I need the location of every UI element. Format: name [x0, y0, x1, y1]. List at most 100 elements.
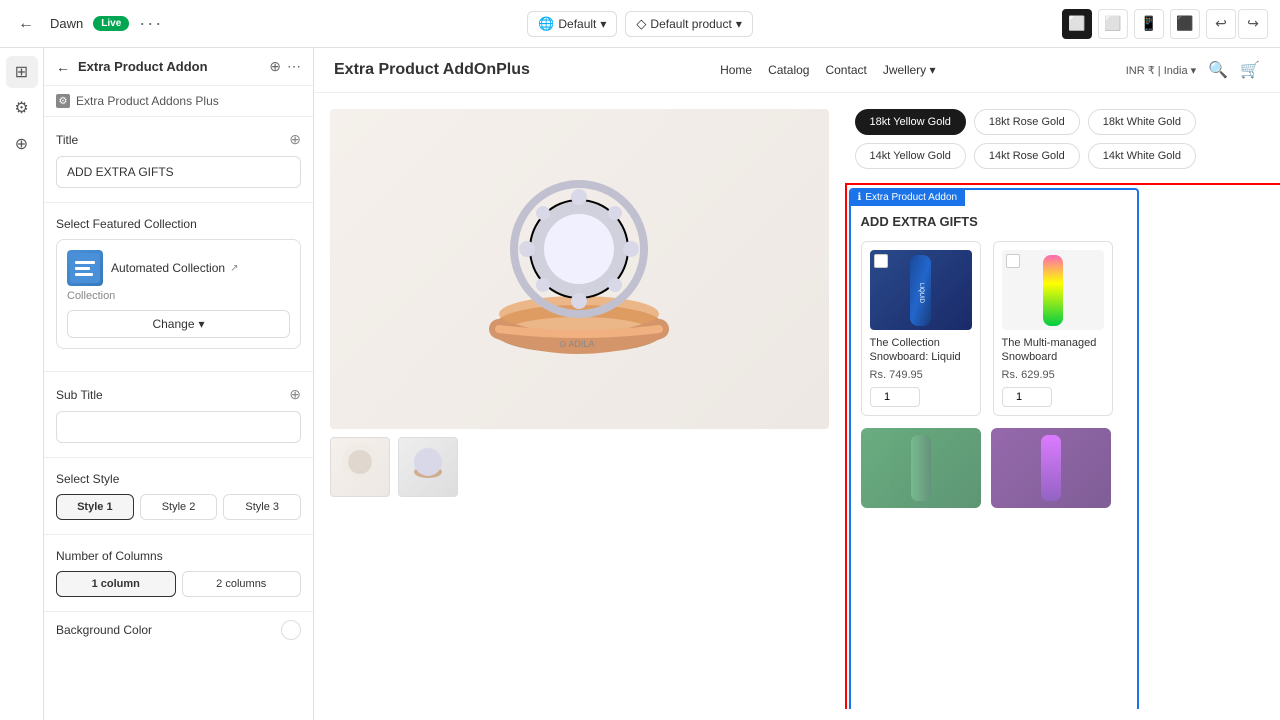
product-grid: LIQUID The Collection Snowboard: Liquid …: [861, 241, 1127, 416]
nav-home[interactable]: Home: [720, 63, 752, 77]
topbar: ← Dawn Live ··· Default ▾ Default produc…: [0, 0, 1280, 48]
nav-contact[interactable]: Contact: [825, 63, 866, 77]
redo-button[interactable]: ↪: [1238, 9, 1268, 39]
product-checkbox-2[interactable]: [1006, 254, 1020, 268]
collection-type: Collection: [67, 290, 290, 302]
product-2-price: Rs. 629.95: [1002, 369, 1104, 381]
collection-name: Automated Collection: [111, 261, 225, 275]
panel-header: ← Extra Product Addon ⊕ ⋯: [44, 48, 313, 86]
collection-section: Select Featured Collection Auto: [44, 203, 313, 372]
currency-selector[interactable]: INR ₹ | India ▾: [1126, 64, 1196, 77]
color-swatch[interactable]: [281, 620, 301, 640]
product-images-section: ⊙ ADILA: [314, 93, 845, 709]
product-label: Default product: [650, 17, 731, 31]
addon-title: ADD EXTRA GIFTS: [861, 214, 1127, 229]
2-columns-btn[interactable]: 2 columns: [182, 571, 302, 597]
columns-label: Number of Columns: [56, 549, 163, 563]
cart-icon[interactable]: 🛒: [1240, 60, 1260, 80]
subtitle-label: Sub Title: [56, 388, 103, 402]
sidebar-icons: ⊞ ⚙ ⊕: [0, 48, 44, 720]
product-1-image: LIQUID: [870, 250, 972, 330]
breadcrumb[interactable]: ⚙ Extra Product Addons Plus: [44, 86, 313, 117]
product-options-section: 18kt Yellow Gold 18kt Rose Gold 18kt Whi…: [845, 93, 1280, 709]
addon-product-4-preview: [991, 428, 1111, 508]
svg-text:⊙ ADILA: ⊙ ADILA: [559, 339, 595, 349]
addon-product-2: The Multi-managed Snowboard Rs. 629.95: [993, 241, 1113, 416]
collection-card: Automated Collection ↗ Collection Change…: [56, 239, 301, 349]
style-section: Select Style Style 1 Style 2 Style 3: [44, 458, 313, 535]
product-1-qty[interactable]: [870, 387, 920, 407]
gold-options: 18kt Yellow Gold 18kt Rose Gold 18kt Whi…: [855, 109, 1270, 169]
product-selector[interactable]: Default product ▾: [625, 11, 752, 37]
product-2-name: The Multi-managed Snowboard: [1002, 336, 1104, 365]
style-2-btn[interactable]: Style 2: [140, 494, 218, 520]
1-column-btn[interactable]: 1 column: [56, 571, 176, 597]
style-3-btn[interactable]: Style 3: [223, 494, 301, 520]
title-section: Title ⊕: [44, 117, 313, 203]
back-button[interactable]: ←: [12, 10, 40, 38]
panel-title: Extra Product Addon: [78, 59, 261, 74]
search-icon[interactable]: 🔍: [1208, 60, 1228, 80]
18kt-yellow-gold-btn[interactable]: 18kt Yellow Gold: [855, 109, 966, 135]
settings-panel: ← Extra Product Addon ⊕ ⋯ ⚙ Extra Produc…: [44, 48, 314, 720]
18kt-white-gold-btn[interactable]: 18kt White Gold: [1088, 109, 1196, 135]
diamond-icon: [636, 16, 646, 32]
breadcrumb-text: Extra Product Addons Plus: [76, 94, 219, 108]
info-icon: ℹ: [858, 192, 862, 203]
collection-thumbnail: [67, 250, 103, 286]
product-1-price: Rs. 749.95: [870, 369, 972, 381]
collection-label: Select Featured Collection: [56, 217, 197, 231]
external-link-icon[interactable]: ↗: [230, 263, 238, 274]
product-1-name: The Collection Snowboard: Liquid: [870, 336, 972, 365]
sidebar-icon-blocks[interactable]: ⊕: [6, 128, 38, 160]
title-input[interactable]: [56, 156, 301, 188]
title-label: Title: [56, 133, 78, 147]
nav-jwellery[interactable]: Jwellery ▾: [883, 63, 936, 77]
panel-more-icon[interactable]: ⋯: [287, 58, 301, 75]
store-header: Extra Product AddOnPlus Home Catalog Con…: [314, 48, 1280, 93]
extra-view-btn[interactable]: ⬛: [1170, 9, 1200, 39]
columns-section: Number of Columns 1 column 2 columns: [44, 535, 313, 612]
change-label: Change: [152, 317, 194, 331]
theme-selector[interactable]: Default ▾: [527, 11, 617, 37]
tablet-view-btn[interactable]: ⬜: [1098, 9, 1128, 39]
14kt-rose-gold-btn[interactable]: 14kt Rose Gold: [974, 143, 1080, 169]
18kt-rose-gold-btn[interactable]: 18kt Rose Gold: [974, 109, 1080, 135]
svg-text:LIQUID: LIQUID: [918, 282, 924, 303]
change-button[interactable]: Change ▾: [67, 310, 290, 338]
thumbnail-2[interactable]: [398, 437, 458, 497]
product-2-qty[interactable]: [1002, 387, 1052, 407]
desktop-view-btn[interactable]: ⬜: [1062, 9, 1092, 39]
more-button[interactable]: ···: [139, 13, 163, 34]
style-label: Select Style: [56, 472, 119, 486]
14kt-yellow-gold-btn[interactable]: 14kt Yellow Gold: [855, 143, 966, 169]
title-db-icon[interactable]: ⊕: [289, 131, 301, 148]
ring-svg: ⊙ ADILA: [439, 129, 719, 409]
sidebar-icon-settings[interactable]: ⚙: [6, 92, 38, 124]
nav-catalog[interactable]: Catalog: [768, 63, 809, 77]
sidebar-icon-sections[interactable]: ⊞: [6, 56, 38, 88]
main-product-image: ⊙ ADILA: [330, 109, 829, 429]
subtitle-section: Sub Title ⊕: [44, 372, 313, 458]
chevron-down-icon2: ▾: [736, 17, 742, 31]
addon-product-3-preview: [861, 428, 981, 508]
mobile-view-btn[interactable]: 📱: [1134, 9, 1164, 39]
bg-color-section: Background Color: [44, 612, 313, 648]
14kt-white-gold-btn[interactable]: 14kt White Gold: [1088, 143, 1196, 169]
chevron-down-icon: ▾: [600, 17, 606, 31]
subtitle-input[interactable]: [56, 411, 301, 443]
chevron-icon: ▾: [199, 317, 205, 331]
addon-tab-label: Extra Product Addon: [865, 192, 957, 203]
style-1-btn[interactable]: Style 1: [56, 494, 134, 520]
thumbnail-1[interactable]: [330, 437, 390, 497]
product-checkbox-1[interactable]: [874, 254, 888, 268]
live-badge: Live: [93, 16, 129, 31]
addon-tab: ℹ Extra Product Addon: [850, 189, 966, 206]
bg-color-label: Background Color: [56, 623, 273, 637]
addon-overlay: ℹ Extra Product Addon ADD EXTRA GIFTS: [849, 188, 1139, 709]
undo-button[interactable]: ↩: [1206, 9, 1236, 39]
theme-label: Default: [558, 17, 596, 31]
panel-back-icon[interactable]: ←: [56, 59, 70, 75]
subtitle-db-icon[interactable]: ⊕: [289, 386, 301, 403]
panel-db-icon[interactable]: ⊕: [269, 58, 281, 75]
